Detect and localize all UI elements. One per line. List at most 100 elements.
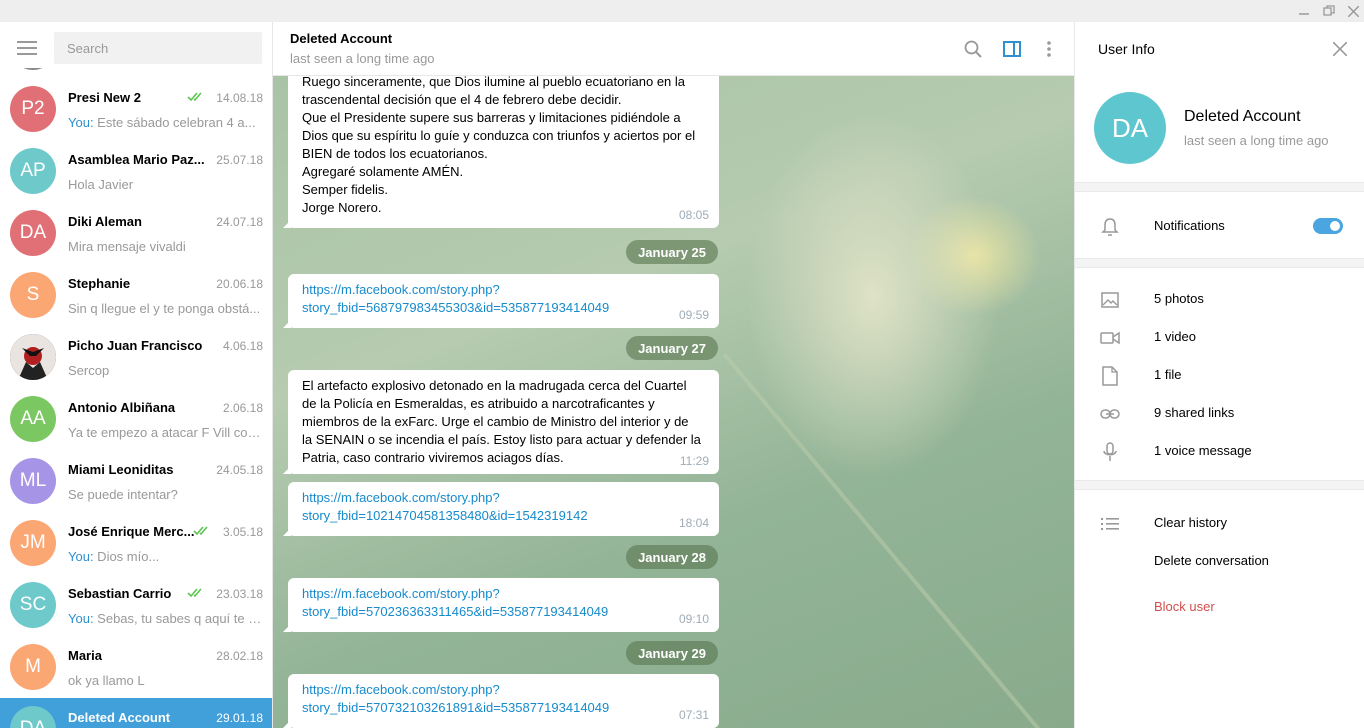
read-checkmarks-icon bbox=[187, 92, 202, 102]
minimize-window-button[interactable] bbox=[1292, 0, 1316, 22]
preview-text: Sin q llegue el y te ponga obstá... bbox=[68, 301, 261, 316]
chat-list-panel: P2Presi New 214.08.18You: Este sábado ce… bbox=[0, 22, 273, 728]
message-bubble[interactable]: https://m.facebook.com/story.php? story_f… bbox=[283, 274, 719, 328]
divider bbox=[1075, 258, 1364, 268]
search-input[interactable] bbox=[54, 32, 262, 64]
chat-list-item[interactable]: AA Antonio Albiñana 2.06.18 Ya te empezo a … bbox=[0, 388, 272, 450]
chat-date: 23.03.18 bbox=[216, 587, 263, 601]
read-checkmarks-icon bbox=[193, 526, 208, 536]
shared-media-row[interactable]: 5 photos bbox=[1075, 280, 1364, 318]
shared-media-label: 5 photos bbox=[1154, 291, 1204, 306]
chat-list-item[interactable]: ML Miami Leoniditas 24.05.18 Se puede inten… bbox=[0, 450, 272, 512]
message-link[interactable]: https://m.facebook.com/story.php? bbox=[302, 585, 705, 603]
avatar: JM bbox=[10, 520, 56, 566]
message-text-line: BIEN de todos los ecuatorianos. bbox=[302, 146, 488, 161]
user-info-title: User Info bbox=[1098, 41, 1155, 57]
message-history[interactable]: Ruego sinceramente, que Dios ilumine al … bbox=[273, 76, 1074, 728]
maximize-window-button[interactable] bbox=[1317, 0, 1341, 22]
preview-text: ok ya llamo L bbox=[68, 673, 145, 688]
chat-list-item[interactable]: S Stephanie 20.06.18 Sin q llegue el y te p… bbox=[0, 264, 272, 326]
notifications-toggle[interactable] bbox=[1313, 218, 1343, 234]
profile-name: Deleted Account bbox=[1184, 108, 1301, 125]
chat-preview: Mira mensaje vivaldi bbox=[68, 239, 263, 254]
message-time: 09:10 bbox=[678, 612, 709, 626]
chat-list-item[interactable]: AP Asamblea Mario Paz... 25.07.18 Hola Javi… bbox=[0, 140, 272, 202]
shared-media-row[interactable]: 9 shared links bbox=[1075, 394, 1364, 432]
message-bubble[interactable]: Ruego sinceramente, que Dios ilumine al … bbox=[283, 76, 719, 228]
shared-media-row[interactable]: 1 file bbox=[1075, 356, 1364, 394]
message-link[interactable]: story_fbid=570236363311465&id=5358771934… bbox=[302, 603, 705, 621]
message-link[interactable]: story_fbid=10214704581358480&id=15423191… bbox=[302, 507, 705, 525]
toggle-info-panel-button[interactable] bbox=[1000, 37, 1024, 61]
message-link[interactable]: story_fbid=568797983455303&id=5358771934… bbox=[302, 299, 705, 317]
message-text-line: Patria, caso contrario viviremos aciagos… bbox=[302, 450, 564, 465]
profile-avatar[interactable]: DA bbox=[1094, 92, 1166, 164]
message-bubble[interactable]: https://m.facebook.com/story.php? story_f… bbox=[283, 674, 719, 728]
chat-name: Maria bbox=[68, 648, 102, 663]
chat-list-item[interactable]: M Maria 28.02.18 ok ya llamo L bbox=[0, 636, 272, 698]
message-time: 09:59 bbox=[678, 308, 709, 322]
message-link[interactable]: https://m.facebook.com/story.php? bbox=[302, 681, 705, 699]
shared-media-label: 1 video bbox=[1154, 329, 1196, 344]
block-user-row[interactable]: Block user bbox=[1075, 588, 1364, 626]
chat-list-item[interactable]: JM José Enrique Merc... 3.05.18 You: Dios m… bbox=[0, 512, 272, 574]
chat-date: 24.07.18 bbox=[216, 215, 263, 229]
read-checkmarks-icon bbox=[187, 588, 202, 598]
user-info-panel: User Info DA Deleted Account last seen a… bbox=[1074, 22, 1364, 728]
more-vertical-icon bbox=[1047, 41, 1051, 57]
avatar: SC bbox=[10, 582, 56, 628]
message-link[interactable]: story_fbid=570732103261891&id=5358771934… bbox=[302, 699, 705, 717]
chat-list: P2 Presi New 2 14.08.18 You: Este sábado ce… bbox=[0, 68, 272, 728]
preview-text: Sercop bbox=[68, 363, 110, 378]
message-link[interactable]: https://m.facebook.com/story.php? bbox=[302, 489, 705, 507]
avatar: DA bbox=[10, 706, 56, 728]
chat-date: 28.02.18 bbox=[216, 649, 263, 663]
chat-list-item[interactable]: DA Diki Aleman 24.07.18 Mira mensaje vivald… bbox=[0, 202, 272, 264]
preview-text: Sebas, tu sabes q aquí te q... bbox=[93, 611, 263, 626]
message-bubble[interactable]: https://m.facebook.com/story.php? story_f… bbox=[283, 578, 719, 632]
shared-media-row[interactable]: 1 voice message bbox=[1075, 432, 1364, 470]
message-text-line: Dios que su espíritu lo guíe y conduzca … bbox=[302, 128, 696, 143]
more-options-button[interactable] bbox=[1037, 37, 1061, 61]
chat-list-item[interactable]: SC Sebastian Carrio 23.03.18 You: Sebas, tu… bbox=[0, 574, 272, 636]
clear-history-label: Clear history bbox=[1154, 515, 1227, 530]
message-time: 11:29 bbox=[679, 454, 709, 468]
chat-list-item[interactable]: P2 Presi New 2 14.08.18 You: Este sábado ce… bbox=[0, 78, 272, 140]
chat-name: Asamblea Mario Paz... bbox=[68, 152, 205, 167]
shared-media-label: 1 file bbox=[1154, 367, 1182, 382]
date-separator: January 27 bbox=[626, 336, 718, 360]
wallpaper-decoration bbox=[723, 353, 1048, 728]
close-info-button[interactable] bbox=[1329, 38, 1351, 60]
clear-history-row[interactable]: Clear history bbox=[1075, 504, 1364, 542]
chat-preview: Se puede intentar? bbox=[68, 487, 263, 502]
close-window-button[interactable] bbox=[1341, 0, 1364, 22]
message-bubble[interactable]: El artefacto explosivo detonado en la ma… bbox=[283, 370, 719, 474]
chat-list-item[interactable]: DA Deleted Account 29.01.18 bbox=[0, 698, 272, 728]
chat-preview: Sercop bbox=[68, 363, 263, 378]
bubble-tail bbox=[283, 466, 291, 474]
message-bubble[interactable]: https://m.facebook.com/story.php? story_f… bbox=[283, 482, 719, 536]
message-link[interactable]: https://m.facebook.com/story.php? bbox=[302, 281, 705, 299]
chat-date: 24.05.18 bbox=[216, 463, 263, 477]
avatar: M bbox=[10, 644, 56, 690]
bubble-tail bbox=[283, 320, 291, 328]
message-text-line: Ruego sinceramente, que Dios ilumine al … bbox=[302, 76, 686, 89]
chat-last-seen: last seen a long time ago bbox=[290, 51, 435, 66]
chat-name: Deleted Account bbox=[68, 710, 171, 725]
shared-media-label: 9 shared links bbox=[1154, 405, 1235, 420]
chat-list-item[interactable] bbox=[0, 68, 272, 78]
shared-media-label: 1 voice message bbox=[1154, 443, 1252, 458]
chat-list-item[interactable]: Picho Juan Francisco 4.06.18 Sercop bbox=[0, 326, 272, 388]
search-messages-button[interactable] bbox=[961, 37, 985, 61]
message-time: 18:04 bbox=[678, 516, 709, 530]
video-icon bbox=[1099, 327, 1121, 349]
list-icon bbox=[1099, 513, 1121, 535]
chat-name: Diki Aleman bbox=[68, 214, 142, 229]
delete-conversation-row[interactable]: Delete conversation bbox=[1075, 542, 1364, 580]
window-titlebar bbox=[0, 0, 1364, 22]
chat-title[interactable]: Deleted Account bbox=[290, 31, 392, 46]
shared-media-row[interactable]: 1 video bbox=[1075, 318, 1364, 356]
notifications-row[interactable]: Notifications bbox=[1075, 207, 1364, 245]
preview-text: Este sábado celebran 4 a... bbox=[93, 115, 256, 130]
main-menu-button[interactable] bbox=[14, 37, 40, 59]
